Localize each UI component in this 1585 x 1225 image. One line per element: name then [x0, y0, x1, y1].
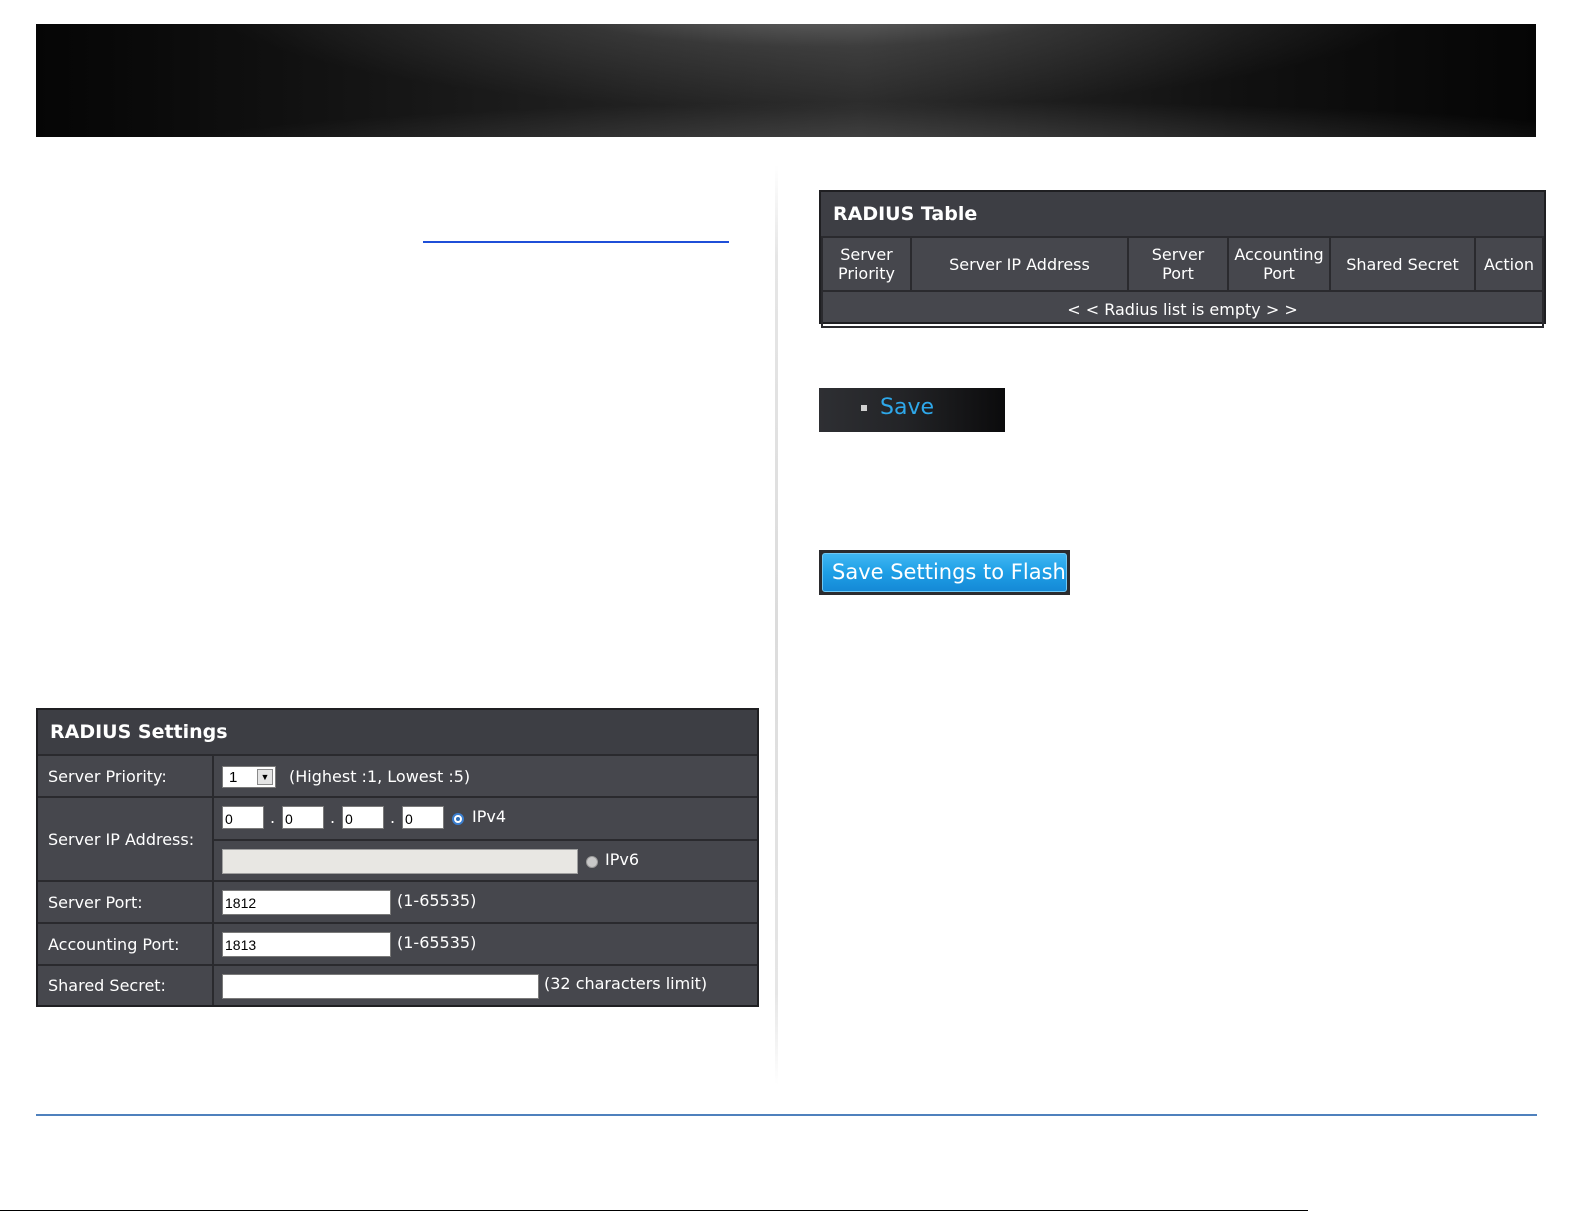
shared-secret-row: Shared Secret: (32 characters limit): [38, 964, 757, 1005]
ipv4-octet-2[interactable]: 0: [282, 806, 324, 829]
save-button[interactable]: Save: [819, 388, 1005, 432]
col-server-priority: Server Priority: [821, 236, 912, 292]
server-priority-selected: 1: [229, 769, 238, 786]
ipv4-radio[interactable]: [452, 813, 464, 825]
col-shared-secret: Shared Secret: [1329, 236, 1476, 292]
ipv4-octet-3[interactable]: 0: [342, 806, 384, 829]
ipv4-dot: .: [390, 808, 396, 827]
save-settings-to-flash-label: Save Settings to Flash: [822, 553, 1067, 592]
server-priority-hint: (Highest :1, Lowest :5): [289, 767, 471, 786]
table-header-row: Server Priority Server IP Address Server P…: [821, 236, 1544, 292]
link-underline: [423, 241, 729, 243]
shared-secret-input[interactable]: [222, 974, 539, 999]
table-row: < < Radius list is empty > >: [821, 290, 1544, 328]
column-divider: [775, 165, 778, 1085]
col-server-ip-address: Server IP Address: [910, 236, 1129, 292]
ipv4-octet-1[interactable]: 0: [222, 806, 264, 829]
save-settings-to-flash-button[interactable]: Save Settings to Flash: [819, 550, 1070, 595]
ipv6-address-input[interactable]: [222, 849, 578, 874]
shared-secret-label: Shared Secret:: [38, 966, 214, 1005]
ipv6-radio[interactable]: [586, 856, 598, 868]
radius-settings-title: RADIUS Settings: [38, 710, 757, 756]
shared-secret-value: (32 characters limit): [214, 966, 757, 1005]
accounting-port-label: Accounting Port:: [38, 924, 214, 964]
bottom-rule: [0, 1210, 1308, 1211]
empty-list-message: < < Radius list is empty > >: [821, 290, 1544, 328]
chevron-down-icon[interactable]: ▼: [257, 769, 273, 785]
server-priority-label: Server Priority:: [38, 756, 214, 796]
accounting-port-row: Accounting Port: 1813 (1-65535): [38, 922, 757, 964]
radius-table-title: RADIUS Table: [821, 192, 1544, 238]
server-ip-label: Server IP Address:: [38, 798, 214, 880]
ipv4-dot: .: [330, 808, 336, 827]
ipv4-octet-4[interactable]: 0: [402, 806, 444, 829]
server-port-input[interactable]: 1812: [222, 890, 391, 915]
shared-secret-hint: (32 characters limit): [544, 974, 708, 993]
server-port-row: Server Port: 1812 (1-65535): [38, 880, 757, 922]
server-port-value: 1812 (1-65535): [214, 882, 757, 922]
server-ip-row: Server IP Address: 0 . 0 . 0 . 0 IPv4 IP…: [38, 796, 757, 880]
radius-table-panel: RADIUS Table Server Priority Server IP Ad…: [819, 190, 1546, 328]
server-ip-value: 0 . 0 . 0 . 0 IPv4 IPv6: [214, 798, 757, 880]
save-button-label: Save: [880, 395, 935, 420]
ipv4-dot: .: [270, 808, 276, 827]
server-port-label: Server Port:: [38, 882, 214, 922]
ipv6-label: IPv6: [605, 850, 640, 869]
header-banner: [36, 24, 1536, 137]
footer-rule: [36, 1114, 1537, 1116]
server-priority-value: 1 ▼ (Highest :1, Lowest :5): [214, 756, 757, 796]
ipv6-subrow: IPv6: [214, 841, 757, 882]
col-action: Action: [1474, 236, 1544, 292]
radius-table: Server Priority Server IP Address Server P…: [821, 236, 1544, 328]
bullet-icon: [861, 405, 867, 411]
accounting-port-value: 1813 (1-65535): [214, 924, 757, 964]
col-accounting-port: Accounting Port: [1227, 236, 1331, 292]
radius-settings-panel: RADIUS Settings Server Priority: 1 ▼ (Hi…: [36, 708, 759, 1007]
server-priority-select[interactable]: 1 ▼: [222, 766, 276, 788]
server-port-hint: (1-65535): [397, 891, 477, 910]
server-priority-row: Server Priority: 1 ▼ (Highest :1, Lowest…: [38, 754, 757, 796]
accounting-port-hint: (1-65535): [397, 933, 477, 952]
ipv4-label: IPv4: [472, 807, 507, 826]
ipv4-subrow: 0 . 0 . 0 . 0 IPv4: [214, 798, 757, 841]
col-server-port: Server Port: [1127, 236, 1229, 292]
accounting-port-input[interactable]: 1813: [222, 932, 391, 957]
